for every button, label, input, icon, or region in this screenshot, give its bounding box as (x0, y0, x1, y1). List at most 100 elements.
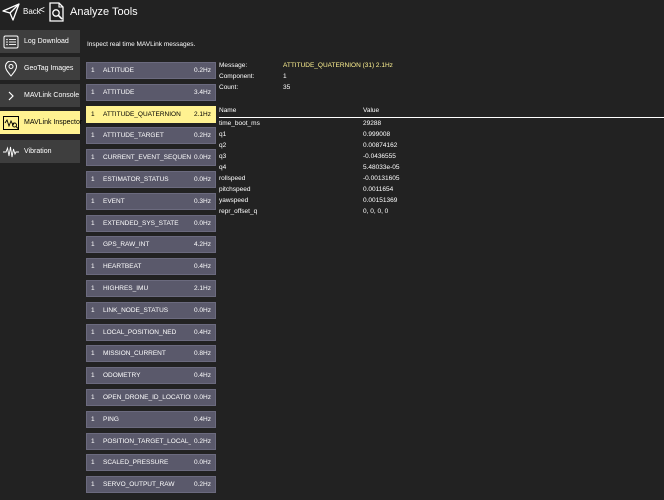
page-title: Analyze Tools (70, 6, 138, 18)
message-rate: 0.3Hz (194, 197, 211, 205)
back-chevron-icon[interactable]: < (39, 5, 45, 16)
message-name: HIGHRES_IMU (103, 285, 149, 292)
message-component-id: 1 (91, 132, 95, 140)
field-row: q4 5.48033e-05 (219, 164, 659, 175)
message-rate: 0.2Hz (194, 132, 211, 140)
message-name: CURRENT_EVENT_SEQUENCE (103, 154, 191, 162)
message-name: ALTITUDE (103, 67, 134, 74)
field-name: time_boot_ms (219, 120, 260, 127)
sidebar-item-mavlink-console[interactable]: MAVLink Console (0, 84, 80, 107)
message-name: HEARTBEAT (103, 263, 142, 271)
message-row[interactable]: 1 CURRENT_EVENT_SEQUENCE 0.0Hz (86, 149, 216, 167)
message-component-id: 1 (91, 459, 95, 467)
message-name: EVENT (103, 197, 125, 205)
message-rate: 0.0Hz (194, 219, 211, 227)
field-name: rollspeed (219, 175, 246, 182)
message-rate: 0.2Hz (194, 481, 211, 489)
message-row[interactable]: 1 SCALED_PRESSURE 0.0Hz (86, 454, 216, 472)
paper-plane-icon[interactable] (1, 2, 21, 22)
message-row[interactable]: 1 ALTITUDE 0.2Hz (86, 62, 216, 79)
sidebar-item-label: Vibration (24, 148, 52, 155)
message-row[interactable]: 1 MISSION_CURRENT 0.8Hz (86, 345, 216, 363)
field-name: q3 (219, 153, 227, 160)
message-component-id: 1 (91, 67, 95, 74)
log-list-icon (0, 31, 22, 53)
message-name: OPEN_DRONE_ID_LOCATION (103, 394, 191, 401)
message-rate: 0.0Hz (194, 394, 211, 401)
message-component-id: 1 (91, 437, 95, 445)
sidebar-item-log-download[interactable]: Log Download (0, 30, 80, 53)
message-rate: 0.0Hz (194, 154, 211, 162)
field-row: yawspeed 0.00151369 (219, 197, 659, 208)
message-component-id: 1 (91, 306, 95, 314)
field-value: 0.0011654 (363, 186, 394, 193)
sidebar-item-label: MAVLink Console (24, 92, 80, 99)
field-value: 0, 0, 0, 0 (363, 208, 389, 215)
message-name: PING (103, 415, 119, 423)
message-name: ATTITUDE (103, 88, 135, 96)
sidebar-item-mavlink-inspector[interactable]: MAVLink Inspector (0, 111, 83, 134)
message-row[interactable]: 1 GPS_RAW_INT 4.2Hz (86, 236, 216, 254)
field-row: pitchspeed 0.0011654 (219, 186, 659, 197)
message-row[interactable]: 1 ATTITUDE_TARGET 0.2Hz (86, 127, 216, 145)
message-name: GPS_RAW_INT (103, 241, 150, 249)
message-rate: 2.1Hz (194, 110, 211, 118)
message-row[interactable]: 1 EXTENDED_SYS_STATE 0.0Hz (86, 214, 216, 232)
message-row[interactable]: 1 POSITION_TARGET_LOCAL_NED0.2Hz (86, 432, 216, 450)
name-column-header: Name (219, 107, 237, 114)
message-row[interactable]: 1 LOCAL_POSITION_NED 0.4Hz (86, 323, 216, 341)
message-rate: 0.0Hz (194, 306, 211, 314)
message-row[interactable]: 1 HIGHRES_IMU 2.1Hz (86, 280, 216, 297)
message-name: EXTENDED_SYS_STATE (103, 219, 179, 227)
message-component-id: 1 (91, 394, 95, 401)
message-row[interactable]: 1 HEARTBEAT 0.4Hz (86, 258, 216, 276)
message-name: ATTITUDE_TARGET (103, 132, 164, 140)
message-row[interactable]: 1 ATTITUDE 3.4Hz (86, 83, 216, 101)
count-value: 35 (283, 84, 291, 91)
message-label: Message: (219, 62, 248, 69)
field-value: 5.48033e-05 (363, 164, 400, 171)
component-value: 1 (283, 73, 287, 80)
message-rate: 0.4Hz (194, 263, 211, 271)
field-row: q1 0.999008 (219, 131, 659, 142)
sidebar-item-geotag-images[interactable]: GeoTag Images (0, 57, 80, 80)
message-row[interactable]: 1 SERVO_OUTPUT_RAW 0.2Hz (86, 476, 216, 494)
message-component-id: 1 (91, 197, 95, 205)
sidebar-item-label: MAVLink Inspector (24, 119, 83, 126)
chevron-right-icon (0, 85, 22, 107)
sidebar-item-vibration[interactable]: Vibration (0, 140, 80, 163)
message-rate: 0.8Hz (194, 350, 211, 358)
sidebar-item-label: GeoTag Images (24, 65, 74, 72)
message-row[interactable]: 1 ESTIMATOR_STATUS 0.0Hz (86, 171, 216, 188)
field-row: time_boot_ms 29288 (219, 120, 659, 131)
field-name: pitchspeed (219, 186, 251, 193)
field-value: 0.00874162 (363, 142, 398, 149)
message-component-id: 1 (91, 285, 95, 292)
message-rate: 0.4Hz (194, 415, 211, 423)
message-row[interactable]: 1 ODOMETRY 0.4Hz (86, 367, 216, 385)
message-row[interactable]: 1 PING 0.4Hz (86, 410, 216, 428)
intro-text: Inspect real time MAVLink messages. (87, 41, 196, 48)
top-bar: Back < Analyze Tools (0, 0, 664, 26)
field-row: rollspeed -0.00131605 (219, 175, 659, 186)
message-name: ESTIMATOR_STATUS (103, 176, 169, 183)
message-row[interactable]: 1 ATTITUDE_QUATERNION 2.1Hz (86, 105, 216, 123)
map-pin-icon (0, 58, 22, 80)
message-component-id: 1 (91, 372, 95, 380)
message-row[interactable]: 1 LINK_NODE_STATUS 0.0Hz (86, 301, 216, 319)
message-name: MISSION_CURRENT (103, 350, 166, 358)
field-value: -0.0436555 (363, 153, 396, 160)
message-rate: 0.4Hz (194, 328, 211, 336)
component-label: Component: (219, 73, 255, 80)
message-name: SCALED_PRESSURE (103, 459, 169, 467)
vibration-wave-icon (0, 141, 22, 163)
sidebar-item-label: Log Download (24, 38, 69, 45)
message-row[interactable]: 1 EVENT 0.3Hz (86, 192, 216, 210)
message-row[interactable]: 1 OPEN_DRONE_ID_LOCATION 0.0Hz (86, 389, 216, 406)
field-value: -0.00131605 (363, 175, 400, 182)
message-component-id: 1 (91, 263, 95, 271)
message-name: POSITION_TARGET_LOCAL_NED (103, 437, 191, 445)
field-value: 0.999008 (363, 131, 391, 138)
message-component-id: 1 (91, 219, 95, 227)
field-row: q2 0.00874162 (219, 142, 659, 153)
